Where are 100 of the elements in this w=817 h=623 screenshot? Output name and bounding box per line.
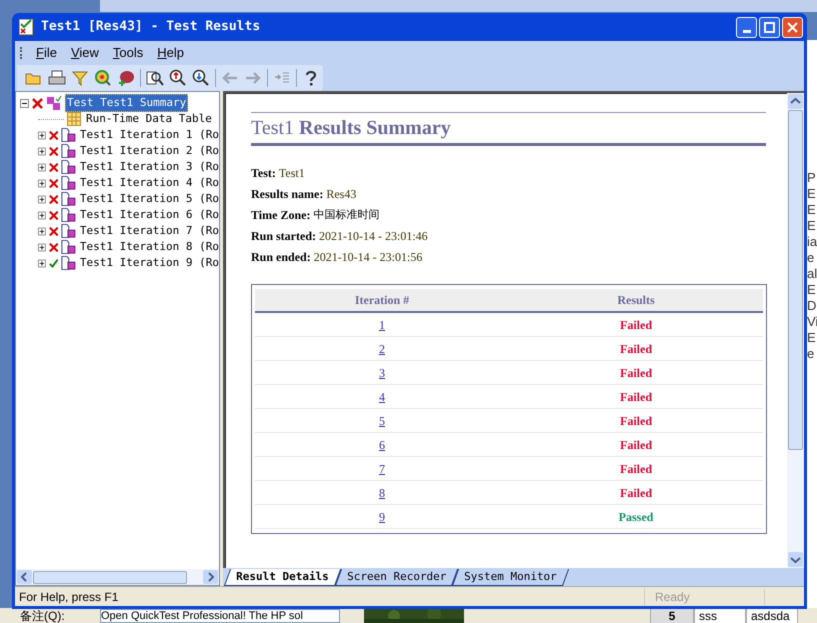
document-cube-icon: [61, 239, 77, 255]
document-cube-icon: [61, 159, 77, 175]
close-button[interactable]: [782, 16, 803, 38]
result-status: Failed: [620, 364, 652, 382]
iteration-link[interactable]: 6: [379, 436, 385, 454]
expand-icon[interactable]: [38, 146, 46, 156]
tree-item[interactable]: Test1 Iteration 1 (Ro: [80, 127, 219, 143]
scroll-left-icon[interactable]: [17, 570, 32, 584]
field-value: Res43: [326, 186, 356, 203]
iteration-link[interactable]: 8: [379, 484, 385, 502]
menu-item[interactable]: Help: [157, 43, 184, 63]
document-cube-icon: [61, 175, 77, 191]
background-text: E: [806, 330, 817, 346]
maximize-button[interactable]: [759, 16, 780, 38]
minimize-button[interactable]: [736, 16, 757, 38]
iteration-link[interactable]: 7: [379, 460, 385, 478]
scroll-right-icon[interactable]: [203, 570, 218, 584]
scrollbar-thumb[interactable]: [788, 110, 803, 450]
report-icon: [18, 18, 36, 36]
expand-icon[interactable]: [38, 258, 46, 268]
expand-icon[interactable]: [38, 130, 46, 140]
report-title: Test1 Results Summary: [251, 113, 766, 146]
iteration-link[interactable]: 2: [379, 340, 385, 358]
expand-icon[interactable]: [38, 242, 46, 252]
background-text: e: [806, 346, 816, 362]
maximize-icon: [764, 22, 775, 32]
field-value: Test1: [278, 165, 305, 182]
result-status: Failed: [620, 436, 652, 454]
tree-item[interactable]: Test Test1 Summary: [65, 94, 188, 112]
background-text: e: [806, 250, 816, 266]
result-status: Failed: [620, 340, 652, 358]
status-text: For Help, press F1: [18, 588, 120, 606]
iteration-link[interactable]: 1: [379, 316, 385, 334]
menu-item[interactable]: Tools: [112, 43, 144, 63]
menu-item[interactable]: View: [70, 43, 99, 63]
horizontal-scrollbar[interactable]: [16, 569, 219, 585]
iteration-link[interactable]: 3: [379, 364, 385, 382]
field-value: 2021-10-14 - 23:01:56: [314, 249, 422, 266]
background-label: 备注(Q):: [20, 608, 66, 623]
iteration-link[interactable]: 4: [379, 388, 385, 406]
document-cube-icon: [61, 207, 77, 223]
window-title: Test1 [Res43] - Test Results: [41, 18, 260, 36]
field-label: Results name:: [251, 186, 324, 203]
tree-item[interactable]: Run-Time Data Table: [86, 111, 212, 127]
expand-icon[interactable]: [38, 194, 46, 204]
document-cube-icon: [61, 127, 77, 143]
scrollbar-thumb[interactable]: [33, 570, 187, 584]
background-text: al: [806, 266, 817, 282]
result-status: Failed: [620, 388, 652, 406]
field-label: Run ended:: [251, 249, 311, 266]
field-value: 中国标准时间: [313, 207, 380, 223]
background-text: ia: [806, 234, 817, 250]
status-state: Ready: [644, 588, 764, 606]
tab[interactable]: System Monitor: [452, 569, 569, 586]
tree-item[interactable]: Test1 Iteration 8 (Ro: [80, 239, 219, 255]
field-label: Run started:: [251, 228, 316, 245]
tree-item[interactable]: Test1 Iteration 3 (Ro: [80, 159, 219, 175]
background-text: Di: [806, 298, 817, 314]
background-text: E: [806, 186, 817, 202]
background-text: E: [806, 218, 817, 234]
expand-icon[interactable]: [38, 210, 46, 220]
result-status: Failed: [620, 412, 652, 430]
result-status: Passed: [618, 508, 654, 526]
column-header: Iteration #: [354, 292, 410, 309]
field-label: Test:: [251, 165, 276, 182]
iteration-link[interactable]: 9: [379, 508, 385, 526]
field-value: 2021-10-14 - 23:01:46: [319, 228, 428, 245]
scroll-down-icon[interactable]: [788, 552, 803, 567]
result-status: Failed: [620, 316, 652, 334]
tab[interactable]: Screen Recorder: [334, 569, 458, 586]
close-icon: [787, 22, 798, 32]
document-cube-icon: [61, 255, 77, 271]
tree-item[interactable]: Test1 Iteration 7 (Ro: [80, 223, 219, 239]
tree-item[interactable]: Test1 Iteration 6 (Ro: [80, 207, 219, 223]
tree-item[interactable]: Test1 Iteration 4 (Ro: [80, 175, 219, 191]
scroll-up-icon[interactable]: [788, 94, 803, 109]
menu-item[interactable]: File: [36, 43, 57, 63]
vertical-scrollbar[interactable]: [787, 93, 804, 568]
tree-item[interactable]: Test1 Iteration 5 (Ro: [80, 191, 219, 207]
expand-icon[interactable]: [38, 178, 46, 188]
tree-item[interactable]: Test1 Iteration 9 (Ro: [80, 255, 219, 271]
document-cube-icon: [61, 143, 77, 159]
expand-icon[interactable]: [38, 226, 46, 236]
minimize-icon: [742, 30, 750, 32]
grid-icon: [67, 112, 81, 126]
result-status: Failed: [620, 484, 652, 502]
tree-item[interactable]: Test1 Iteration 2 (Ro: [80, 143, 219, 159]
column-header: Results: [616, 292, 656, 309]
expand-icon[interactable]: [38, 162, 46, 172]
document-cube-icon: [61, 191, 77, 207]
collapse-icon[interactable]: [20, 98, 29, 108]
background-text: P: [806, 170, 817, 186]
cubes-icon: [46, 95, 62, 111]
document-cube-icon: [61, 223, 77, 239]
tab[interactable]: Result Details: [224, 569, 341, 586]
field-label: Time Zone:: [251, 207, 310, 224]
result-status: Failed: [620, 460, 652, 478]
iteration-link[interactable]: 5: [379, 412, 385, 430]
background-field: Open QuickTest Professional! The HP sol: [100, 608, 340, 622]
background-text: E: [806, 202, 817, 218]
